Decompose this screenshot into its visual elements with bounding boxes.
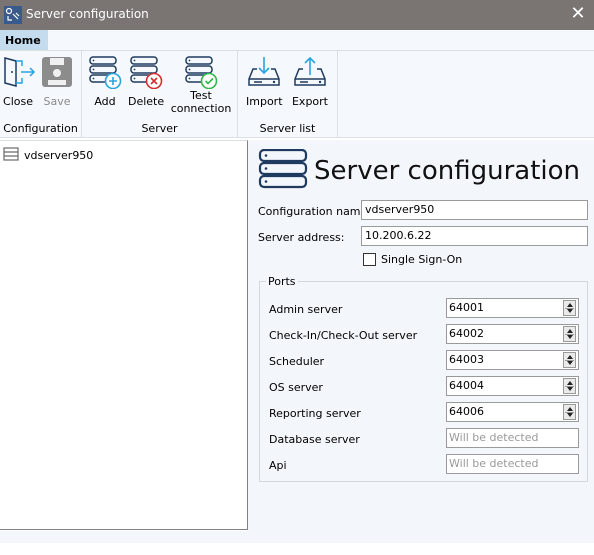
delete-button-label: Delete [128,95,165,108]
ribbon-group-configuration: Close Save Configuration [0,51,82,138]
test-connection-label-line2: connection [170,102,232,115]
delete-server-button[interactable]: Delete [128,55,164,108]
tree-item-server[interactable]: vdserver950 [3,146,94,164]
exit-door-icon [2,55,36,89]
ports-legend: Ports [266,275,298,288]
port-input-api[interactable]: Will be detected [446,454,579,474]
drive-export-icon [290,55,330,89]
spin-buttons[interactable] [563,404,576,420]
save-button-label: Save [43,95,71,108]
test-connection-label: Test connection [170,89,232,115]
port-value: 64002 [449,327,484,340]
import-button-label: Import [246,95,283,108]
port-input-os[interactable]: 64004 [446,376,579,396]
ribbon-group-label: Server list [259,122,316,135]
port-input-scheduler[interactable]: 64003 [446,350,579,370]
close-window-button[interactable]: ✕ [570,5,586,23]
spin-buttons[interactable] [563,378,576,394]
title-bar: Server configuration ✕ [0,0,594,30]
port-label-checkin: Check-In/Check-Out server [269,329,418,342]
close-button-label: Close [3,95,33,108]
close-button[interactable]: Close [2,55,36,108]
server-tree[interactable]: vdserver950 [0,140,248,530]
port-value: 64003 [449,353,484,366]
port-input-admin[interactable]: 64001 [446,298,579,318]
sso-checkbox-row[interactable]: Single Sign-On [363,253,462,266]
ribbon-group-label: Configuration [3,122,78,135]
sso-label: Single Sign-On [381,253,463,266]
test-connection-button[interactable]: Test connection [170,55,232,115]
port-value: 64001 [449,301,484,314]
save-button[interactable]: Save [39,55,75,108]
panel-header: Server configuration [258,148,580,192]
ribbon-group-label: Server [141,122,178,135]
port-value: 64006 [449,405,484,418]
export-button-label: Export [291,95,328,108]
spin-buttons[interactable] [563,352,576,368]
tree-item-label: vdserver950 [24,148,94,162]
bottom-margin [0,531,248,543]
app-icon [4,6,22,24]
server-check-icon [170,55,232,89]
spin-buttons[interactable] [563,326,576,342]
ribbon-group-server-list: Import Export Server list [238,51,338,138]
panel-title: Server configuration [314,155,580,186]
server-address-label: Server address: [258,231,345,244]
spin-buttons[interactable] [563,300,576,316]
add-button-label: Add [94,95,116,108]
export-button[interactable]: Export [290,55,330,108]
port-label-api: Api [269,459,287,472]
ribbon: Close Save Configuration Add Delete Test… [0,50,594,138]
ribbon-group-server: Add Delete Test connection Server [82,51,238,138]
port-input-reporting[interactable]: 64006 [446,402,579,422]
sso-checkbox[interactable] [363,253,376,266]
port-label-os: OS server [269,381,323,394]
config-name-label: Configuration name: [258,205,371,218]
port-value: 64004 [449,379,484,392]
drive-import-icon [246,55,282,89]
tab-home[interactable]: Home [0,30,48,50]
port-input-database[interactable]: Will be detected [446,428,579,448]
close-icon: ✕ [570,3,586,24]
ribbon-tab-bar: Home [0,30,594,50]
server-list-icon [3,146,24,164]
server-add-icon [88,55,122,89]
window-title: Server configuration [26,7,149,21]
port-label-reporting: Reporting server [269,407,361,420]
add-server-button[interactable]: Add [88,55,122,108]
port-input-checkin[interactable]: 64002 [446,324,579,344]
config-name-input[interactable]: vdserver950 [361,200,588,220]
server-address-input[interactable]: 10.200.6.22 [361,226,588,246]
floppy-disk-icon [39,55,75,89]
config-panel: Server configuration Configuration name:… [248,140,594,543]
test-connection-label-line1: Test [190,89,212,102]
server-delete-icon [128,55,164,89]
ports-group: Ports Admin server 64001 Check-In/Check-… [259,275,588,482]
port-label-scheduler: Scheduler [269,355,325,368]
port-label-admin: Admin server [269,303,343,316]
port-label-database: Database server [269,433,360,446]
server-icon [258,148,308,192]
import-button[interactable]: Import [246,55,283,108]
